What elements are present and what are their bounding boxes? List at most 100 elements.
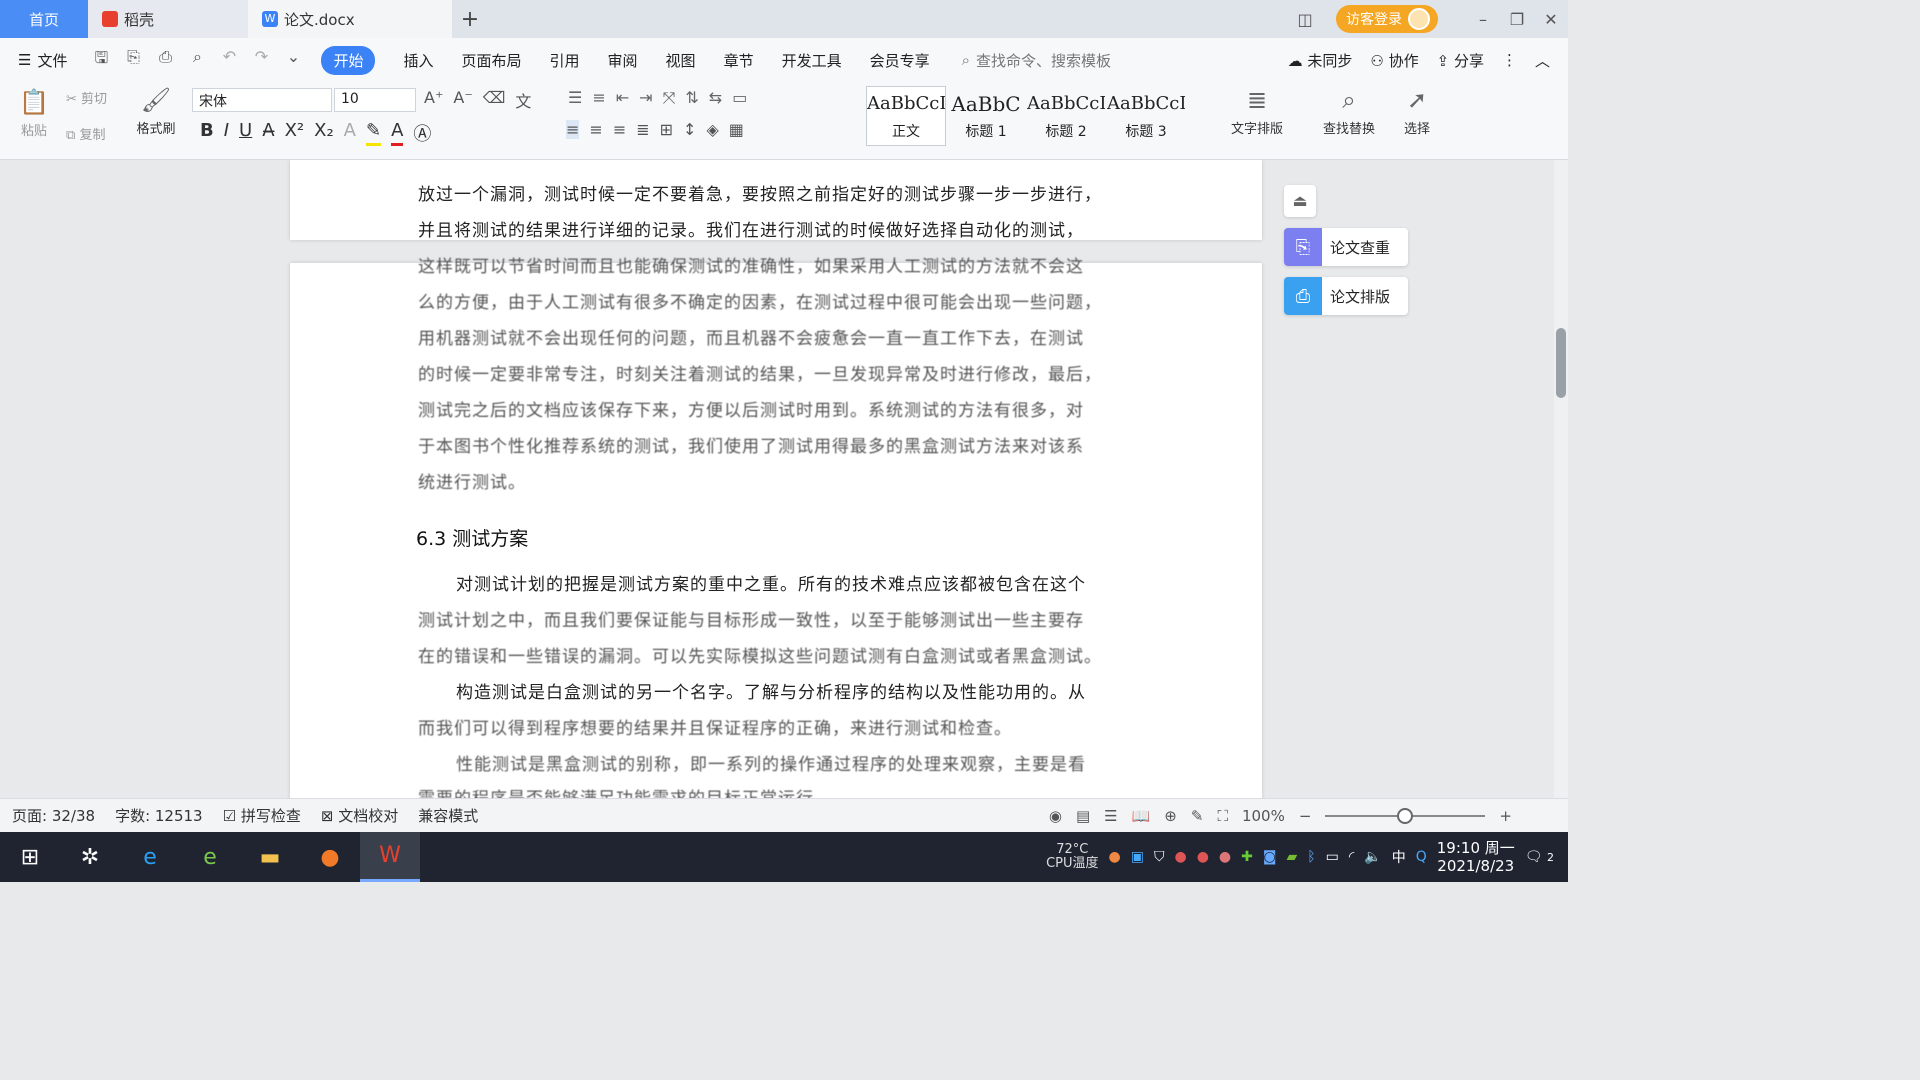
vertical-scrollbar[interactable] (1554, 160, 1568, 798)
share-button[interactable]: ⇪ 分享 (1437, 50, 1484, 71)
tray-app4-icon[interactable]: ● (1219, 849, 1231, 865)
new-tab-button[interactable]: + (452, 7, 488, 32)
line-spacing-icon[interactable]: ↕ (683, 120, 696, 139)
fit-page-icon[interactable]: ⛶ (1217, 807, 1228, 825)
italic-icon[interactable]: I (224, 120, 229, 146)
taskbar-browser[interactable]: e (180, 832, 240, 882)
taskbar-wps[interactable]: W (360, 832, 420, 882)
highlight-icon[interactable]: ✎ (365, 120, 382, 146)
distributed-icon[interactable]: ⊞ (660, 120, 673, 139)
copy-button[interactable]: ⧉ 复制 (66, 124, 105, 143)
chinese-layout-icon[interactable]: ⤧ (663, 88, 676, 108)
notification-button[interactable]: 🗨 2 (1525, 849, 1554, 865)
phonetic-icon[interactable]: 文 (515, 88, 531, 112)
ruler-icon[interactable]: ▭ (732, 88, 747, 108)
tab-start[interactable]: 开始 (321, 45, 376, 75)
bold-icon[interactable]: B (200, 120, 214, 146)
tray-app2-icon[interactable]: ● (1174, 849, 1186, 865)
style-heading-3[interactable]: AaBbCcI 标题 3 (1106, 86, 1186, 146)
shading-icon[interactable]: ◈ (706, 120, 718, 139)
battery-icon[interactable]: ▭ (1326, 849, 1339, 865)
zoom-slider[interactable] (1325, 808, 1486, 824)
font-name-select[interactable]: 宋体 (192, 88, 332, 112)
increase-indent-icon[interactable]: ⇥ (639, 88, 652, 108)
clear-format-icon[interactable]: ⌫ (483, 88, 506, 112)
bluetooth-icon[interactable]: ᛒ (1307, 849, 1315, 865)
clock[interactable]: 19:10 周一 2021/8/23 (1437, 839, 1515, 875)
sort-icon[interactable]: ⇅ (685, 88, 698, 108)
tray-app5-icon[interactable]: ◙ (1263, 849, 1277, 865)
taskbar-ie[interactable]: e (120, 832, 180, 882)
page-view-icon[interactable]: ▤ (1076, 807, 1090, 825)
tab-developer[interactable]: 开发工具 (782, 50, 842, 71)
close-button[interactable]: ✕ (1534, 10, 1568, 29)
tray-app3-icon[interactable]: ● (1197, 849, 1209, 865)
char-border-icon[interactable]: Ⓐ (413, 120, 431, 146)
tab-member[interactable]: 会员专享 (870, 50, 930, 71)
taskbar-explorer[interactable]: ▬ (240, 832, 300, 882)
zoom-in-icon[interactable]: + (1499, 807, 1512, 825)
outline-view-icon[interactable]: ☰ (1104, 807, 1117, 825)
page-indicator[interactable]: 页面: 32/38 (12, 805, 95, 826)
tab-review[interactable]: 审阅 (608, 50, 638, 71)
minimize-button[interactable]: – (1466, 10, 1500, 29)
text-effect-icon[interactable]: A (344, 120, 356, 146)
shrink-font-icon[interactable]: A⁻ (453, 88, 472, 112)
print-preview-icon[interactable]: ⌕ (187, 47, 207, 74)
ime-indicator[interactable]: 中 (1392, 847, 1406, 867)
command-search[interactable]: ⌕ 查找命令、搜索模板 (962, 50, 1111, 71)
spell-check-button[interactable]: ☑ 拼写检查 (223, 805, 301, 826)
strikethrough-icon[interactable]: A̶ (262, 120, 274, 146)
font-size-select[interactable]: 10 (334, 88, 416, 112)
login-button[interactable]: 访客登录 (1336, 5, 1438, 33)
zoom-slider-knob[interactable] (1397, 808, 1414, 824)
scrollbar-thumb[interactable] (1556, 328, 1566, 398)
tab-home[interactable]: 首页 (0, 0, 88, 38)
panel-collapse-icon[interactable]: ⏏ (1284, 185, 1316, 217)
window-layout-icon[interactable]: ◫ (1288, 10, 1322, 29)
cut-button[interactable]: ✂ 剪切 (66, 88, 107, 107)
print-icon[interactable]: ⎙ (155, 47, 175, 74)
zoom-out-icon[interactable]: − (1299, 807, 1312, 825)
tray-shield-icon[interactable]: ⛉ (1154, 849, 1165, 865)
word-count[interactable]: 字数: 12513 (115, 805, 203, 826)
undo-icon[interactable]: ↶ (219, 47, 239, 74)
paper-check-button[interactable]: ⎘ 论文查重 (1284, 228, 1408, 266)
tray-app-icon[interactable]: ● (1109, 849, 1121, 865)
tab-chapter[interactable]: 章节 (724, 50, 754, 71)
style-heading-2[interactable]: AaBbCcI 标题 2 (1026, 86, 1106, 146)
tray-network-icon[interactable]: ▣ (1131, 849, 1144, 865)
tray-plus-icon[interactable]: ✚ (1241, 849, 1253, 865)
numbered-list-icon[interactable]: ≡ (592, 88, 605, 108)
style-heading-1[interactable]: AaBbC 标题 1 (946, 86, 1026, 146)
bullet-list-icon[interactable]: ☰ (568, 88, 582, 108)
customize-icon[interactable]: ⌄ (283, 47, 303, 74)
style-normal[interactable]: AaBbCcI 正文 (866, 86, 946, 146)
tab-page-layout[interactable]: 页面布局 (462, 50, 522, 71)
paste-button[interactable]: 📋 粘贴 (14, 88, 54, 139)
paper-layout-button[interactable]: ⎙ 论文排版 (1284, 277, 1408, 315)
collab-button[interactable]: ⚇ 协作 (1370, 50, 1418, 71)
volume-icon[interactable]: 🔈 (1364, 849, 1381, 865)
wifi-icon[interactable]: ◜ (1349, 849, 1354, 865)
document-area[interactable]: 放过一个漏洞，测试时候一定不要着急，要按照之前指定好的测试步骤一步一步进行， 并… (0, 160, 1568, 798)
eye-protect-icon[interactable]: ◉ (1049, 807, 1062, 825)
tab-daoke[interactable]: 稻壳 (88, 0, 248, 38)
proofread-button[interactable]: ⊠ 文档校对 (321, 805, 398, 826)
taskbar-app-1[interactable]: ✲ (60, 832, 120, 882)
find-replace-button[interactable]: ⌕ 查找替换 (1314, 86, 1384, 137)
font-color-icon[interactable]: A (391, 120, 404, 146)
align-left-icon[interactable]: ≡ (566, 120, 580, 139)
file-menu[interactable]: ☰ 文件 (18, 50, 67, 71)
write-view-icon[interactable]: ✎ (1191, 807, 1204, 825)
read-view-icon[interactable]: 📖 (1132, 807, 1151, 825)
cpu-temp-widget[interactable]: 72°C CPU温度 (1046, 843, 1098, 871)
taskbar-app-5[interactable]: ● (300, 832, 360, 882)
decrease-indent-icon[interactable]: ⇤ (616, 88, 629, 108)
sync-button[interactable]: ☁ 未同步 (1288, 50, 1353, 71)
tray-q-icon[interactable]: Q (1416, 849, 1427, 865)
tray-nvidia-icon[interactable]: ▰ (1286, 849, 1297, 865)
superscript-icon[interactable]: X² (285, 120, 305, 146)
text-direction-icon[interactable]: ⇆ (709, 88, 722, 108)
tab-view[interactable]: 视图 (666, 50, 696, 71)
